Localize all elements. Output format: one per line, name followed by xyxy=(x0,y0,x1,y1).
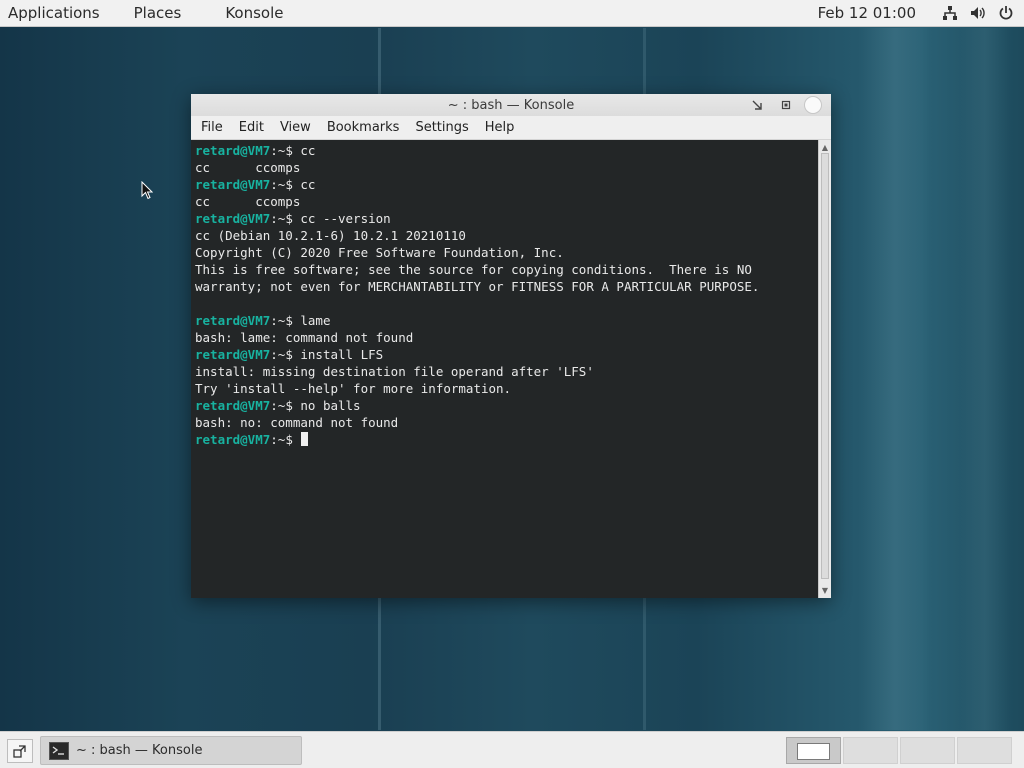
prompt-suffix: :~$ xyxy=(270,347,301,362)
power-icon[interactable] xyxy=(996,3,1016,23)
prompt-suffix: :~$ xyxy=(270,432,301,447)
mouse-pointer-icon xyxy=(141,181,153,200)
terminal-command-line: retard@VM7:~$ no balls xyxy=(195,397,818,414)
desktop-streak xyxy=(860,28,930,730)
terminal-output-line: Try 'install --help' for more informatio… xyxy=(195,381,512,396)
applications-menu[interactable]: Applications xyxy=(0,0,112,27)
menu-file[interactable]: File xyxy=(191,116,231,140)
menu-help[interactable]: Help xyxy=(477,116,523,140)
prompt-suffix: :~$ xyxy=(270,143,301,158)
menu-settings[interactable]: Settings xyxy=(407,116,476,140)
shell-prompt: retard@VM7 xyxy=(195,398,271,413)
top-panel: Applications Places Konsole Feb 12 01:00 xyxy=(0,0,1024,27)
taskbar-item-label: ~ : bash — Konsole xyxy=(76,743,203,758)
konsole-window: ~ : bash — Konsole File Edit View Bookma… xyxy=(191,94,831,598)
prompt-suffix: :~$ xyxy=(270,211,301,226)
command-text: cc xyxy=(300,177,316,192)
terminal-command-line: retard@VM7:~$ xyxy=(195,431,818,448)
network-icon[interactable] xyxy=(940,3,960,23)
menu-bookmarks[interactable]: Bookmarks xyxy=(319,116,408,140)
scroll-down-icon[interactable]: ▼ xyxy=(819,584,831,596)
shell-prompt: retard@VM7 xyxy=(195,313,271,328)
workspace-window-preview xyxy=(797,743,830,760)
terminal-command-line: retard@VM7:~$ install LFS xyxy=(195,346,818,363)
command-text: cc --version xyxy=(300,211,391,226)
command-text: lame xyxy=(300,313,331,328)
places-menu[interactable]: Places xyxy=(126,0,194,27)
maximize-icon[interactable] xyxy=(778,97,794,113)
terminal-output[interactable]: retard@VM7:~$ cc cc ccomps retard@VM7:~$ c… xyxy=(191,140,818,598)
command-text: install LFS xyxy=(300,347,384,362)
shell-prompt: retard@VM7 xyxy=(195,347,271,362)
window-titlebar[interactable]: ~ : bash — Konsole xyxy=(191,94,831,116)
prompt-suffix: :~$ xyxy=(270,313,301,328)
terminal-command-line: retard@VM7:~$ lame xyxy=(195,312,818,329)
close-icon[interactable] xyxy=(804,96,822,114)
app-menu-konsole[interactable]: Konsole xyxy=(217,0,295,27)
terminal-command-line: retard@VM7:~$ cc xyxy=(195,176,818,193)
scrollbar-thumb[interactable] xyxy=(821,153,829,579)
menu-view[interactable]: View xyxy=(272,116,319,140)
text-cursor xyxy=(301,432,309,446)
workspace-2[interactable] xyxy=(843,737,898,764)
minimize-icon[interactable] xyxy=(749,97,765,113)
window-title: ~ : bash — Konsole xyxy=(447,97,575,113)
shell-prompt: retard@VM7 xyxy=(195,177,271,192)
terminal-scrollbar[interactable]: ▲ ▼ xyxy=(818,140,831,598)
terminal-output-line: cc (Debian 10.2.1-6) 10.2.1 20210110 xyxy=(195,228,466,243)
desktop-streak xyxy=(960,28,1010,730)
terminal-command-line: retard@VM7:~$ cc xyxy=(195,142,818,159)
shell-prompt: retard@VM7 xyxy=(195,211,271,226)
terminal-output-line: This is free software; see the source fo… xyxy=(195,262,752,277)
workspace-4[interactable] xyxy=(957,737,1012,764)
command-text: cc xyxy=(300,143,316,158)
terminal-output-line: bash: lame: command not found xyxy=(195,330,414,345)
bottom-panel: ~ : bash — Konsole xyxy=(0,731,1024,768)
scroll-up-icon[interactable]: ▲ xyxy=(819,141,831,153)
terminal-output-line: cc ccomps xyxy=(195,160,301,175)
menu-edit[interactable]: Edit xyxy=(231,116,272,140)
prompt-suffix: :~$ xyxy=(270,398,301,413)
terminal-output-line: warranty; not even for MERCHANTABILITY o… xyxy=(195,279,760,294)
show-desktop-icon[interactable] xyxy=(7,739,33,763)
menubar: File Edit View Bookmarks Settings Help xyxy=(191,116,831,140)
workspace-1[interactable] xyxy=(786,737,841,764)
terminal-icon xyxy=(49,741,69,760)
workspace-3[interactable] xyxy=(900,737,955,764)
terminal-command-line: retard@VM7:~$ cc --version xyxy=(195,210,818,227)
prompt-suffix: :~$ xyxy=(270,177,301,192)
terminal-output-line: Copyright (C) 2020 Free Software Foundat… xyxy=(195,245,564,260)
terminal-output-line: bash: no: command not found xyxy=(195,415,399,430)
shell-prompt: retard@VM7 xyxy=(195,432,271,447)
terminal-output-line: install: missing destination file operan… xyxy=(195,364,594,379)
volume-icon[interactable] xyxy=(968,3,988,23)
clock[interactable]: Feb 12 01:00 xyxy=(818,4,916,22)
terminal-output-line: cc ccomps xyxy=(195,194,301,209)
shell-prompt: retard@VM7 xyxy=(195,143,271,158)
taskbar-item-konsole[interactable]: ~ : bash — Konsole xyxy=(40,736,302,765)
command-text: no balls xyxy=(300,398,361,413)
